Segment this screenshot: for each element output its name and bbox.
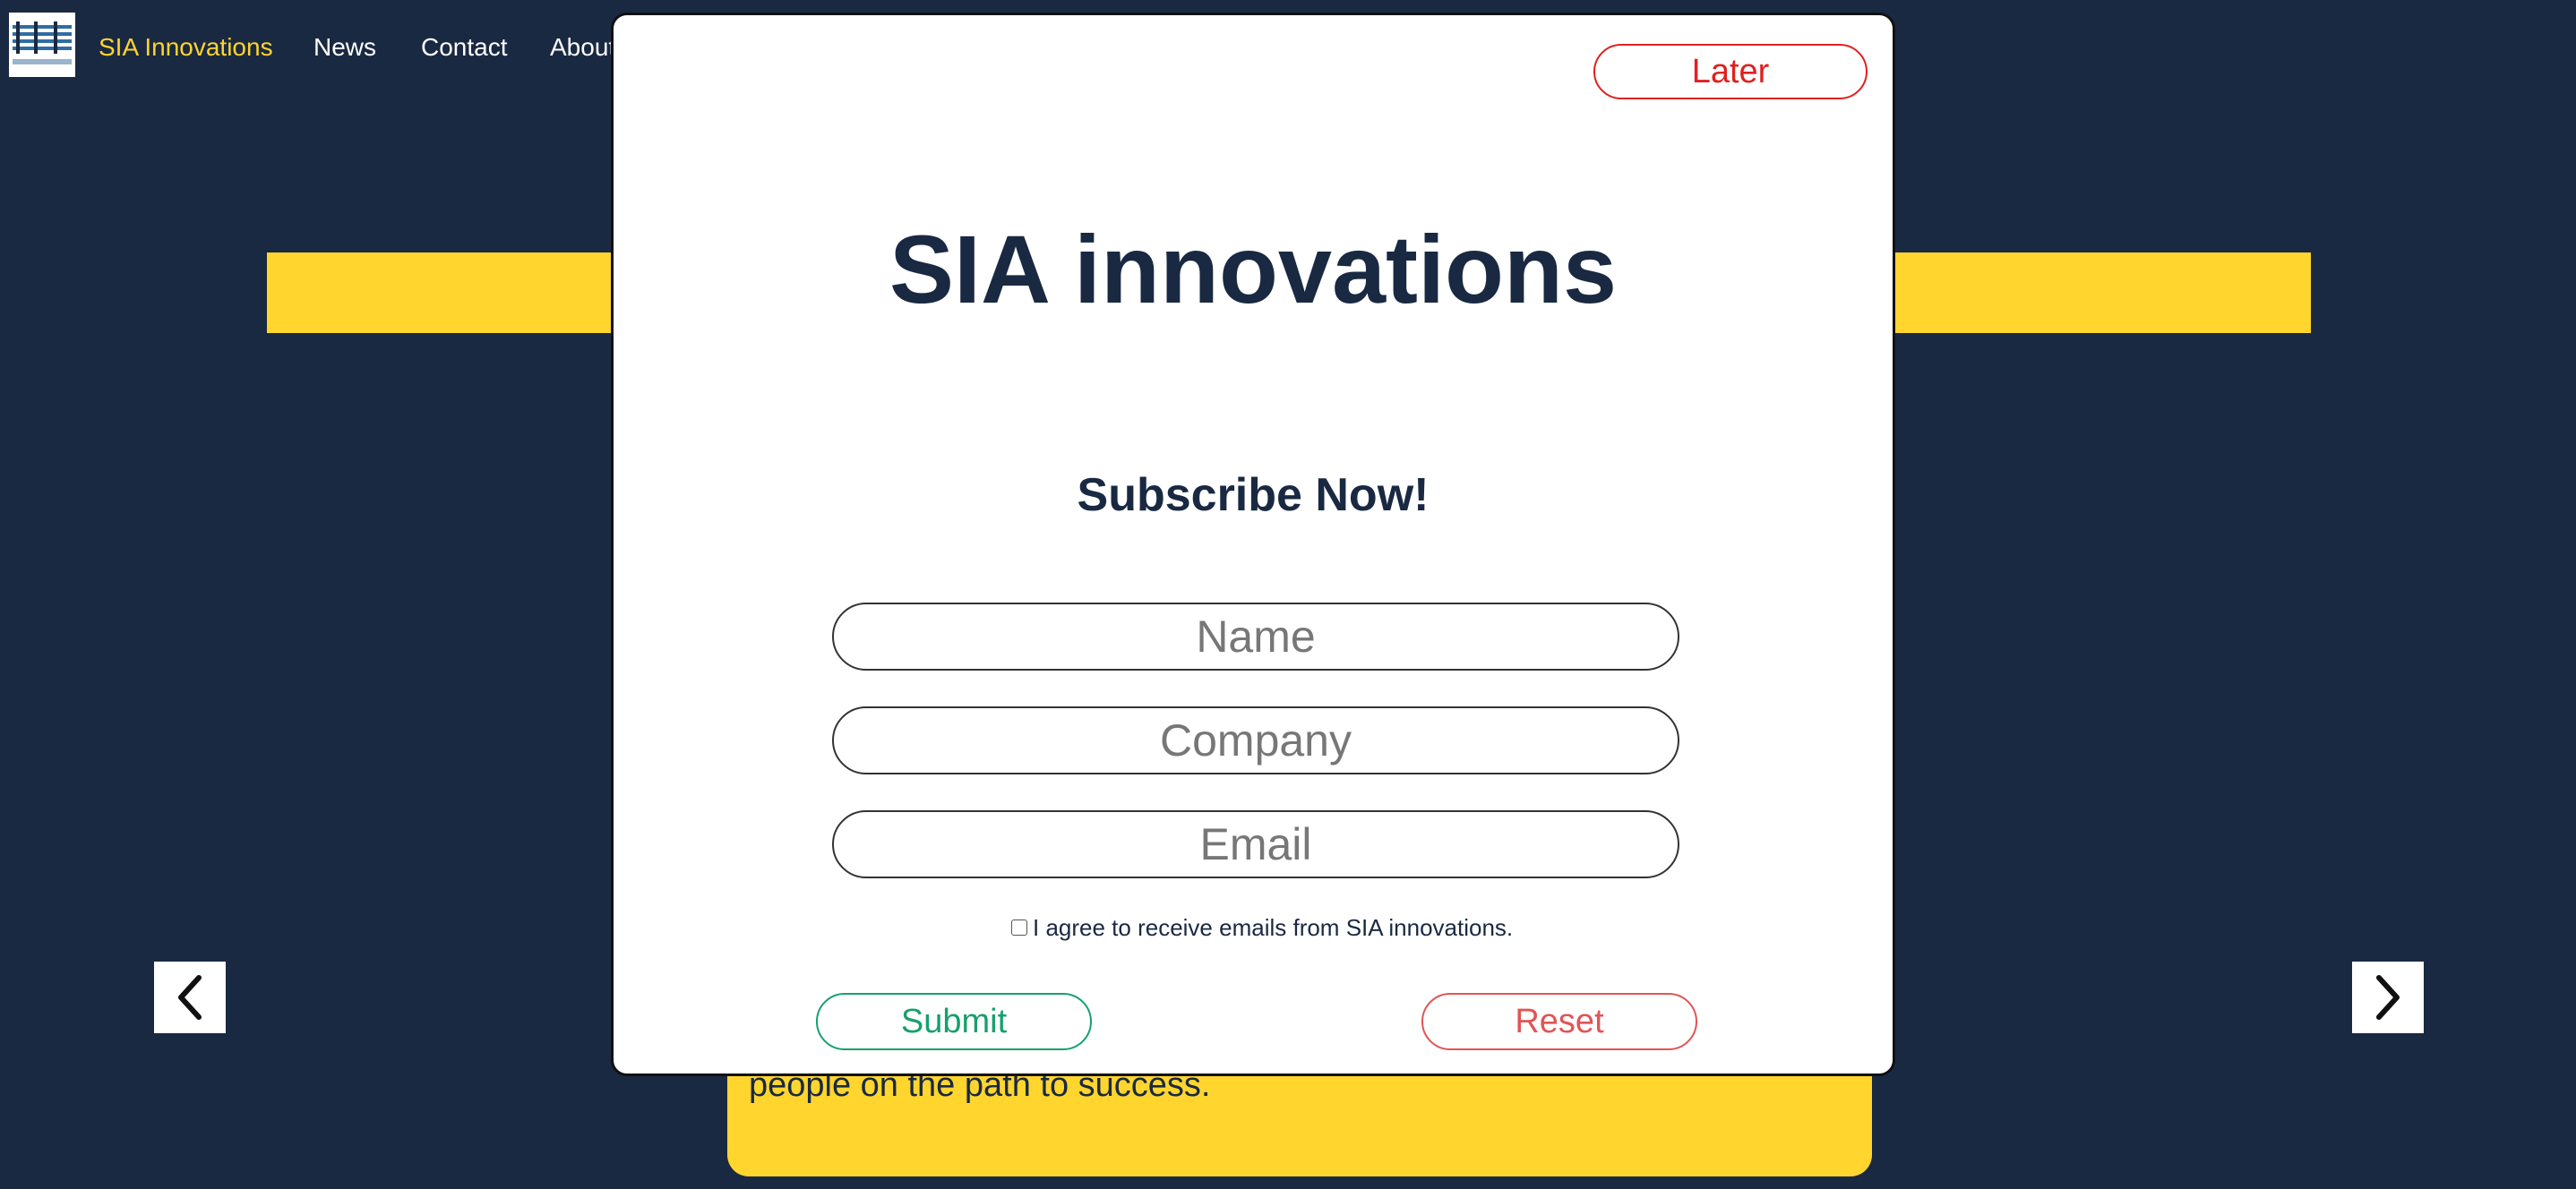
company-input[interactable]: [832, 706, 1679, 774]
email-input[interactable]: [832, 810, 1679, 878]
reset-button[interactable]: Reset: [1421, 993, 1697, 1050]
nav-brand-link[interactable]: SIA Innovations: [99, 32, 273, 63]
subscribe-modal: Later SIA innovations Subscribe Now! I a…: [611, 13, 1895, 1076]
carousel-prev-button[interactable]: [154, 962, 226, 1033]
modal-title: SIA innovations: [889, 215, 1618, 323]
nav-link-about[interactable]: About: [550, 32, 615, 63]
nav-link-news[interactable]: News: [313, 32, 376, 63]
chevron-right-icon: [2376, 975, 2400, 1020]
sia-logo-icon: [9, 13, 75, 77]
submit-button[interactable]: Submit: [816, 993, 1092, 1050]
agree-row: I agree to receive emails from SIA innov…: [1011, 912, 1513, 943]
carousel-next-button[interactable]: [2352, 962, 2424, 1033]
modal-subtitle: Subscribe Now!: [1077, 469, 1430, 521]
sia-logo[interactable]: [9, 13, 75, 77]
agree-checkbox[interactable]: [1011, 920, 1027, 936]
name-input[interactable]: [832, 603, 1679, 671]
nav-link-contact[interactable]: Contact: [421, 32, 508, 63]
chevron-left-icon: [178, 975, 202, 1020]
agree-label[interactable]: I agree to receive emails from SIA innov…: [1033, 912, 1513, 943]
later-button[interactable]: Later: [1593, 44, 1868, 99]
